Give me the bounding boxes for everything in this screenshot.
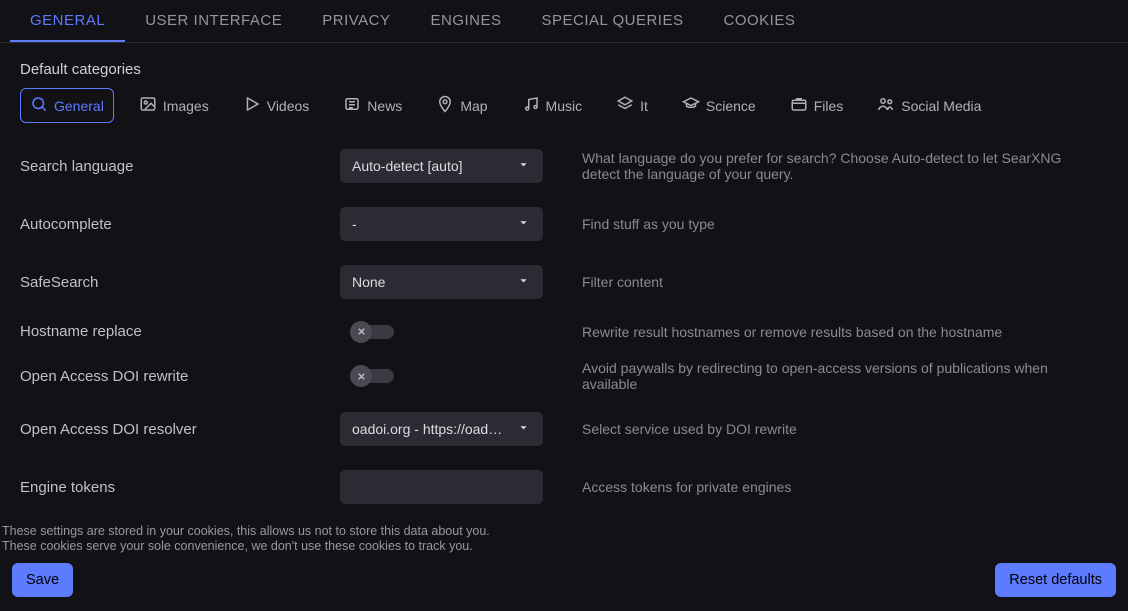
category-label: Images: [163, 98, 209, 114]
category-label: Videos: [267, 98, 310, 114]
chevron-down-icon: [516, 273, 531, 291]
help-safesearch: Filter content: [582, 274, 1102, 290]
play-icon: [243, 95, 261, 116]
tabs-bar: GENERAL USER INTERFACE PRIVACY ENGINES S…: [0, 0, 1128, 43]
music-icon: [522, 95, 540, 116]
select-safesearch[interactable]: None: [340, 265, 543, 299]
chevron-down-icon: [516, 420, 531, 438]
category-label: Music: [546, 98, 583, 114]
category-it[interactable]: It: [607, 89, 657, 122]
tab-engines[interactable]: ENGINES: [410, 0, 521, 42]
select-search-language[interactable]: Auto-detect [auto]: [340, 149, 543, 183]
box-icon: [790, 95, 808, 116]
category-label: It: [640, 98, 648, 114]
label-doi-resolver: Open Access DOI resolver: [20, 421, 320, 438]
pin-icon: [436, 95, 454, 116]
cookie-note-line2: These cookies serve your sole convenienc…: [2, 539, 1128, 555]
toggle-hostname-replace[interactable]: [352, 325, 394, 339]
help-doi-resolver: Select service used by DOI rewrite: [582, 421, 1102, 437]
category-videos[interactable]: Videos: [234, 89, 319, 122]
category-files[interactable]: Files: [781, 89, 853, 122]
close-icon: [350, 365, 372, 387]
category-label: Science: [706, 98, 756, 114]
help-doi-rewrite: Avoid paywalls by redirecting to open-ac…: [582, 360, 1102, 392]
help-autocomplete: Find stuff as you type: [582, 216, 1102, 232]
help-engine-tokens: Access tokens for private engines: [582, 479, 1102, 495]
category-label: General: [54, 98, 104, 114]
label-doi-rewrite: Open Access DOI rewrite: [20, 368, 320, 385]
category-label: Files: [814, 98, 844, 114]
tab-privacy[interactable]: PRIVACY: [302, 0, 410, 42]
category-science[interactable]: Science: [673, 89, 765, 122]
input-engine-tokens[interactable]: [340, 470, 543, 504]
tab-special-queries[interactable]: SPECIAL QUERIES: [522, 0, 704, 42]
label-search-language: Search language: [20, 158, 320, 175]
cookie-note-line1: These settings are stored in your cookie…: [2, 524, 1128, 540]
cap-icon: [682, 95, 700, 116]
image-icon: [139, 95, 157, 116]
chevron-down-icon: [516, 215, 531, 233]
label-hostname-replace: Hostname replace: [20, 323, 320, 340]
tab-general[interactable]: GENERAL: [10, 0, 125, 42]
category-social-media[interactable]: Social Media: [868, 89, 990, 122]
tab-user-interface[interactable]: USER INTERFACE: [125, 0, 302, 42]
people-icon: [877, 95, 895, 116]
label-safesearch: SafeSearch: [20, 274, 320, 291]
select-doi-resolver[interactable]: oadoi.org - https://oadoi…: [340, 412, 543, 446]
help-search-language: What language do you prefer for search? …: [582, 150, 1102, 182]
help-hostname-replace: Rewrite result hostnames or remove resul…: [582, 324, 1102, 340]
category-map[interactable]: Map: [427, 89, 496, 122]
category-news[interactable]: News: [334, 89, 411, 122]
category-list: General Images Videos News Map Music It Science…: [20, 88, 1108, 123]
category-label: News: [367, 98, 402, 114]
news-icon: [343, 95, 361, 116]
layers-icon: [616, 95, 634, 116]
category-music[interactable]: Music: [513, 89, 592, 122]
reset-defaults-button[interactable]: Reset defaults: [995, 563, 1116, 597]
category-label: Map: [460, 98, 487, 114]
select-autocomplete[interactable]: -: [340, 207, 543, 241]
close-icon: [350, 321, 372, 343]
save-button[interactable]: Save: [12, 563, 73, 597]
tab-cookies[interactable]: COOKIES: [704, 0, 816, 42]
label-engine-tokens: Engine tokens: [20, 479, 320, 496]
category-images[interactable]: Images: [130, 89, 218, 122]
category-label: Social Media: [901, 98, 981, 114]
chevron-down-icon: [516, 157, 531, 175]
label-autocomplete: Autocomplete: [20, 216, 320, 233]
section-default-categories: Default categories: [20, 61, 1108, 78]
category-general[interactable]: General: [20, 88, 114, 123]
search-icon: [30, 95, 48, 116]
toggle-doi-rewrite[interactable]: [352, 369, 394, 383]
